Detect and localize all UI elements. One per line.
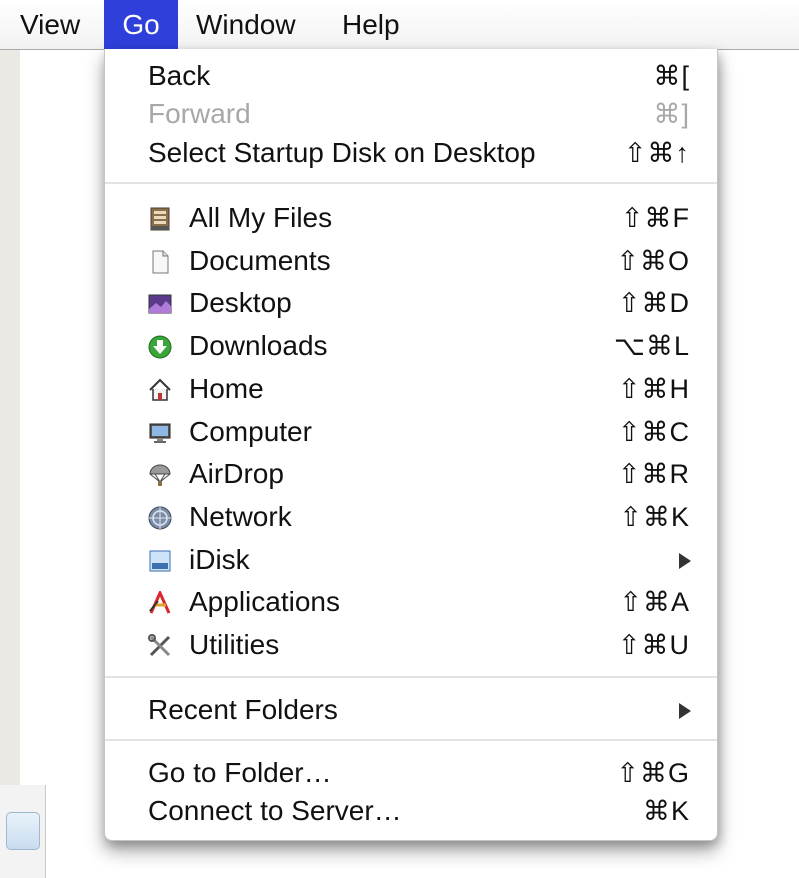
- menu-item-label: Select Startup Disk on Desktop: [148, 137, 536, 168]
- menu-item-shortcut: ⇧⌘F: [620, 203, 690, 233]
- menu-item-shortcut: ⌥⌘L: [613, 331, 690, 361]
- menu-item-applications[interactable]: Applications ⇧⌘A: [105, 581, 717, 623]
- menu-item-select-startup-disk[interactable]: Select Startup Disk on Desktop ⇧⌘↑: [105, 132, 717, 174]
- menu-item-shortcut: ⇧⌘O: [616, 246, 690, 276]
- airdrop-icon: [149, 464, 171, 486]
- background-window-right: [716, 50, 799, 878]
- downloads-icon: [148, 335, 172, 359]
- menu-item-label: Network: [189, 501, 292, 532]
- menu-item-label: Home: [189, 373, 264, 404]
- menu-separator: [105, 676, 717, 678]
- menu-item-shortcut: ⇧⌘H: [617, 374, 690, 404]
- home-icon: [149, 378, 171, 401]
- menu-item-shortcut: ⌘[: [653, 61, 690, 91]
- submenu-arrow-icon: [679, 703, 691, 719]
- menu-item-back[interactable]: Back ⌘[: [105, 55, 717, 97]
- menu-item-label: All My Files: [189, 202, 333, 233]
- menu-item-label: Documents: [189, 245, 331, 276]
- menu-item-label: Computer: [189, 416, 312, 447]
- menu-item-shortcut: ⌘]: [653, 99, 690, 129]
- menu-item-all-my-files[interactable]: All My Files ⇧⌘F: [105, 197, 717, 239]
- menu-item-downloads[interactable]: Downloads ⌥⌘L: [105, 325, 717, 367]
- menu-item-label: Forward: [148, 98, 251, 129]
- menu-item-shortcut: ⇧⌘↑: [623, 138, 690, 168]
- background-window-button[interactable]: [6, 812, 40, 850]
- menu-item-label: Downloads: [189, 330, 328, 361]
- menubar-item-help[interactable]: Help: [328, 0, 414, 49]
- background-window-left: [0, 0, 20, 785]
- menu-item-documents[interactable]: Documents ⇧⌘O: [105, 240, 717, 282]
- go-menu: Back ⌘[ Forward ⌘] Select Startup Disk o…: [104, 49, 718, 841]
- menu-item-label: AirDrop: [189, 458, 284, 489]
- menu-item-connect-to-server[interactable]: Connect to Server… ⌘K: [105, 790, 717, 832]
- menubar-item-window[interactable]: Window: [182, 0, 310, 49]
- menu-item-desktop[interactable]: Desktop ⇧⌘D: [105, 282, 717, 324]
- desktop-icon: [148, 294, 172, 314]
- menu-item-shortcut: ⇧⌘D: [617, 288, 690, 318]
- computer-icon: [149, 423, 171, 443]
- menu-item-home[interactable]: Home ⇧⌘H: [105, 368, 717, 410]
- menu-item-label: Utilities: [189, 629, 280, 660]
- menu-item-label: Desktop: [189, 287, 292, 318]
- menu-item-label: iDisk: [189, 544, 250, 575]
- menu-item-go-to-folder[interactable]: Go to Folder… ⇧⌘G: [105, 752, 717, 794]
- menu-separator: [105, 739, 717, 741]
- submenu-arrow-icon: [679, 553, 691, 569]
- menu-item-airdrop[interactable]: AirDrop ⇧⌘R: [105, 453, 717, 495]
- menu-item-forward: Forward ⌘]: [105, 93, 717, 135]
- menu-item-shortcut: ⇧⌘R: [617, 459, 690, 489]
- menu-item-recent-folders[interactable]: Recent Folders: [105, 689, 717, 731]
- menu-item-shortcut: ⇧⌘A: [619, 587, 690, 617]
- menu-item-shortcut: ⇧⌘U: [617, 630, 690, 660]
- menu-item-shortcut: ⇧⌘G: [616, 758, 690, 788]
- utilities-icon: [148, 634, 171, 657]
- menu-bar: View Go Window Help: [0, 0, 799, 50]
- menu-item-label: Recent Folders: [148, 694, 338, 725]
- menu-item-label: Applications: [189, 586, 340, 617]
- menu-item-label: Connect to Server…: [148, 795, 402, 826]
- menu-item-shortcut: ⇧⌘K: [619, 502, 690, 532]
- all-my-files-icon: [150, 207, 170, 231]
- menu-item-computer[interactable]: Computer ⇧⌘C: [105, 411, 717, 453]
- menu-item-shortcut: ⌘K: [642, 796, 690, 826]
- menu-item-network[interactable]: Network ⇧⌘K: [105, 496, 717, 538]
- network-icon: [148, 506, 172, 530]
- menu-separator: [105, 182, 717, 184]
- menu-item-idisk[interactable]: iDisk: [105, 539, 717, 581]
- menu-item-utilities[interactable]: Utilities ⇧⌘U: [105, 624, 717, 666]
- documents-icon: [152, 250, 169, 274]
- menu-item-label: Back: [148, 60, 211, 91]
- menubar-item-view[interactable]: View: [8, 0, 92, 49]
- idisk-icon: [149, 550, 171, 572]
- menu-item-shortcut: ⇧⌘C: [617, 417, 690, 447]
- menu-item-label: Go to Folder…: [148, 757, 332, 788]
- applications-icon: [149, 591, 171, 614]
- menubar-item-go[interactable]: Go: [104, 0, 178, 49]
